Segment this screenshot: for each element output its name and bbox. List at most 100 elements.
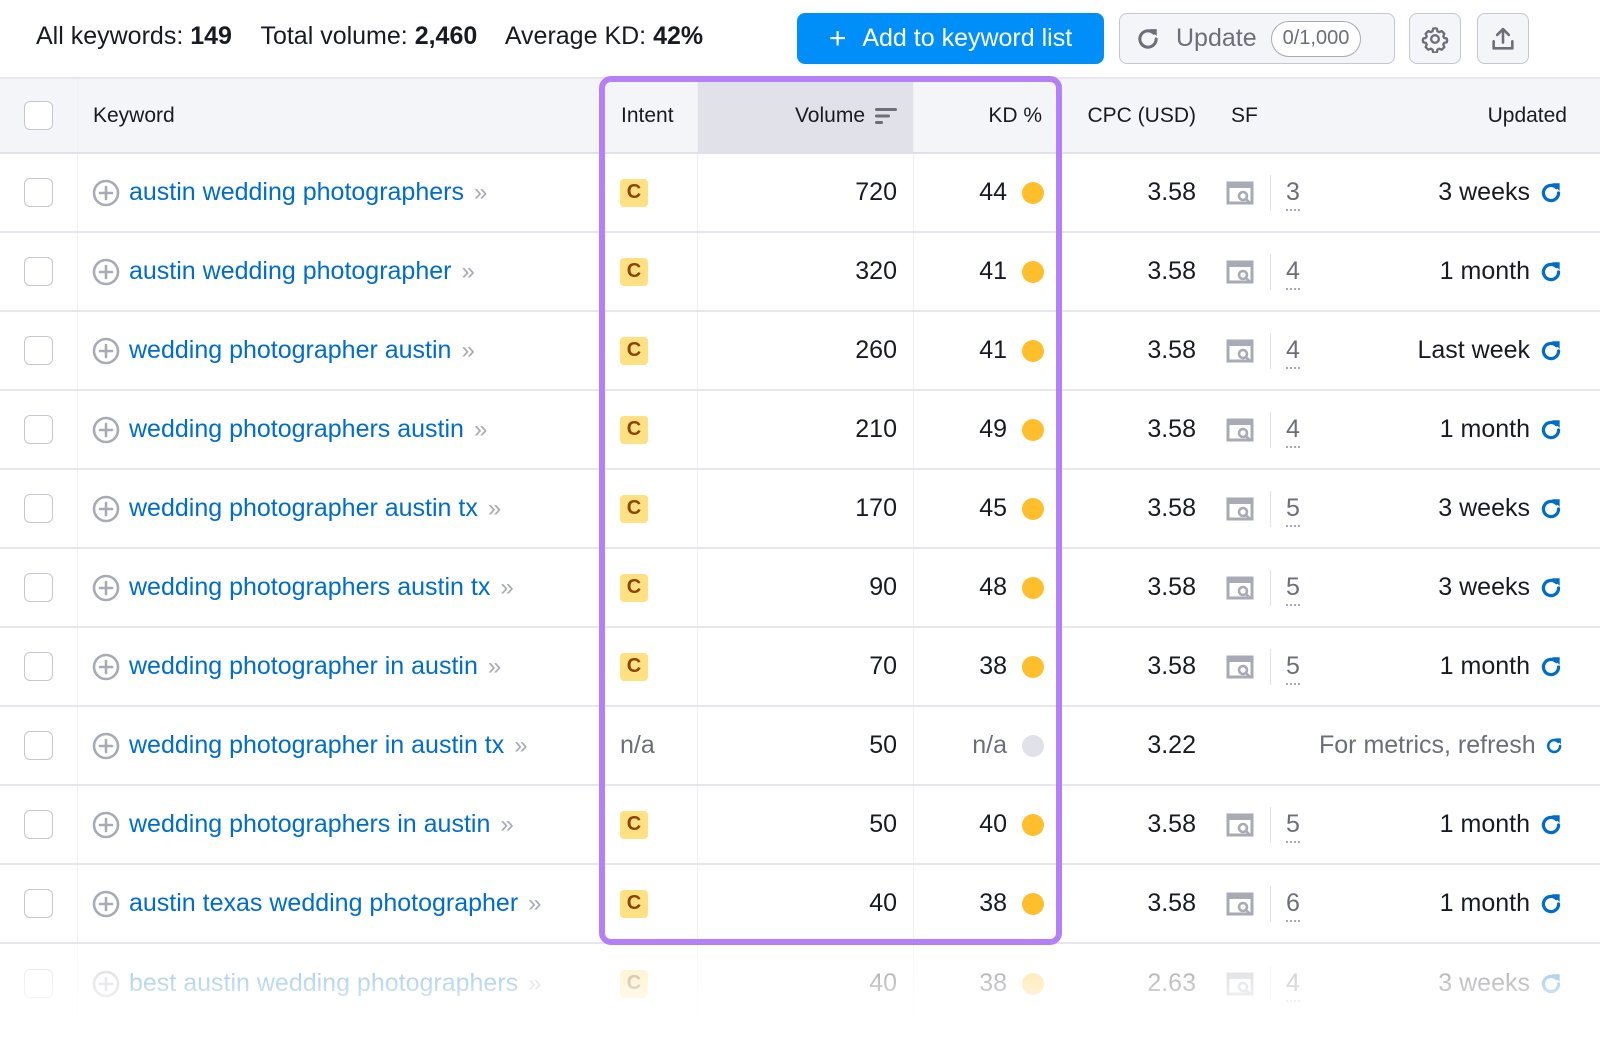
add-circle-icon[interactable]	[92, 574, 120, 602]
keyword-link[interactable]: wedding photographers in austin	[129, 810, 490, 839]
double-chevron-right-icon[interactable]: »	[488, 653, 501, 681]
intent-commercial-badge[interactable]: C	[620, 257, 648, 286]
add-circle-icon[interactable]	[92, 890, 120, 918]
keyword-link[interactable]: wedding photographer austin tx	[129, 494, 478, 523]
serp-features-icon[interactable]	[1225, 574, 1255, 602]
intent-commercial-badge[interactable]: C	[620, 652, 648, 681]
double-chevron-right-icon[interactable]: »	[528, 890, 541, 918]
intent-commercial-badge[interactable]: C	[620, 969, 648, 998]
serp-features-icon[interactable]	[1225, 416, 1255, 444]
refresh-icon[interactable]	[1538, 338, 1564, 364]
update-button[interactable]: Update 0/1,000	[1119, 13, 1395, 64]
intent-commercial-badge[interactable]: C	[620, 573, 648, 602]
refresh-icon[interactable]	[1538, 259, 1564, 285]
refresh-icon[interactable]	[1538, 575, 1564, 601]
serp-features-count[interactable]: 4	[1286, 336, 1300, 369]
serp-features-count[interactable]: 5	[1286, 652, 1300, 685]
double-chevron-right-icon[interactable]: »	[461, 258, 474, 286]
refresh-icon[interactable]	[1538, 891, 1564, 917]
serp-features-icon[interactable]	[1225, 179, 1255, 207]
serp-features-count[interactable]: 4	[1286, 969, 1300, 1002]
refresh-icon[interactable]	[1538, 654, 1564, 680]
row-checkbox[interactable]	[24, 969, 53, 998]
keyword-link[interactable]: wedding photographers austin tx	[129, 573, 490, 602]
header-keyword[interactable]: Keyword	[78, 79, 605, 152]
keyword-link[interactable]: austin wedding photographer	[129, 257, 451, 286]
serp-features-icon[interactable]	[1225, 890, 1255, 918]
add-circle-icon[interactable]	[92, 732, 120, 760]
select-all-checkbox[interactable]	[24, 101, 53, 130]
serp-features-icon[interactable]	[1225, 258, 1255, 286]
serp-features-count[interactable]: 6	[1286, 889, 1300, 922]
header-sf[interactable]: SF	[1209, 79, 1319, 152]
refresh-icon[interactable]	[1538, 812, 1564, 838]
serp-features-count[interactable]: 5	[1286, 573, 1300, 606]
serp-features-count[interactable]: 5	[1286, 810, 1300, 843]
keyword-link[interactable]: wedding photographer in austin tx	[129, 731, 504, 760]
row-checkbox[interactable]	[24, 810, 53, 839]
intent-commercial-badge[interactable]: C	[620, 889, 648, 918]
serp-features-count[interactable]: 4	[1286, 415, 1300, 448]
intent-cell: C	[605, 549, 698, 626]
intent-commercial-badge[interactable]: C	[620, 336, 648, 365]
double-chevron-right-icon[interactable]: »	[500, 811, 513, 839]
refresh-icon[interactable]	[1538, 180, 1564, 206]
serp-features-icon[interactable]	[1225, 653, 1255, 681]
keyword-link[interactable]: austin wedding photographers	[129, 178, 464, 207]
refresh-icon[interactable]	[1544, 733, 1564, 759]
kd-cell: 41	[914, 233, 1056, 310]
row-checkbox[interactable]	[24, 336, 53, 365]
refresh-icon[interactable]	[1538, 971, 1564, 997]
intent-cell: n/a	[605, 707, 698, 784]
export-button[interactable]	[1477, 13, 1529, 64]
add-circle-icon[interactable]	[92, 495, 120, 523]
keyword-link[interactable]: wedding photographers austin	[129, 415, 464, 444]
double-chevron-right-icon[interactable]: »	[488, 495, 501, 523]
double-chevron-right-icon[interactable]: »	[474, 416, 487, 444]
row-checkbox[interactable]	[24, 415, 53, 444]
double-chevron-right-icon[interactable]: »	[514, 732, 527, 760]
settings-button[interactable]	[1409, 13, 1461, 64]
keyword-link[interactable]: wedding photographer in austin	[129, 652, 478, 681]
add-circle-icon[interactable]	[92, 653, 120, 681]
add-circle-icon[interactable]	[92, 416, 120, 444]
add-circle-icon[interactable]	[92, 179, 120, 207]
intent-commercial-badge[interactable]: C	[620, 810, 648, 839]
double-chevron-right-icon[interactable]: »	[461, 337, 474, 365]
keyword-link[interactable]: wedding photographer austin	[129, 336, 451, 365]
header-cpc[interactable]: CPC (USD)	[1056, 79, 1209, 152]
serp-features-icon[interactable]	[1225, 811, 1255, 839]
add-circle-icon[interactable]	[92, 337, 120, 365]
row-checkbox[interactable]	[24, 178, 53, 207]
header-intent[interactable]: Intent	[605, 79, 698, 152]
header-updated[interactable]: Updated	[1319, 79, 1600, 152]
row-checkbox[interactable]	[24, 573, 53, 602]
double-chevron-right-icon[interactable]: »	[474, 179, 487, 207]
row-checkbox[interactable]	[24, 257, 53, 286]
serp-features-count[interactable]: 4	[1286, 257, 1300, 290]
double-chevron-right-icon[interactable]: »	[500, 574, 513, 602]
keyword-link[interactable]: austin texas wedding photographer	[129, 889, 518, 918]
double-chevron-right-icon[interactable]: »	[528, 970, 541, 998]
refresh-icon[interactable]	[1538, 496, 1564, 522]
intent-commercial-badge[interactable]: C	[620, 178, 648, 207]
serp-features-count[interactable]: 5	[1286, 494, 1300, 527]
add-circle-icon[interactable]	[92, 811, 120, 839]
header-kd[interactable]: KD %	[914, 79, 1056, 152]
row-checkbox[interactable]	[24, 889, 53, 918]
add-to-keyword-list-button[interactable]: + Add to keyword list	[797, 13, 1104, 64]
refresh-icon[interactable]	[1538, 417, 1564, 443]
header-volume[interactable]: Volume	[698, 79, 914, 152]
keyword-link[interactable]: best austin wedding photographers	[129, 969, 518, 998]
row-checkbox[interactable]	[24, 731, 53, 760]
row-checkbox[interactable]	[24, 652, 53, 681]
serp-features-icon[interactable]	[1225, 970, 1255, 998]
serp-features-icon[interactable]	[1225, 337, 1255, 365]
add-circle-icon[interactable]	[92, 970, 120, 998]
serp-features-icon[interactable]	[1225, 495, 1255, 523]
serp-features-count[interactable]: 3	[1286, 178, 1300, 211]
add-circle-icon[interactable]	[92, 258, 120, 286]
intent-commercial-badge[interactable]: C	[620, 494, 648, 523]
intent-commercial-badge[interactable]: C	[620, 415, 648, 444]
row-checkbox[interactable]	[24, 494, 53, 523]
